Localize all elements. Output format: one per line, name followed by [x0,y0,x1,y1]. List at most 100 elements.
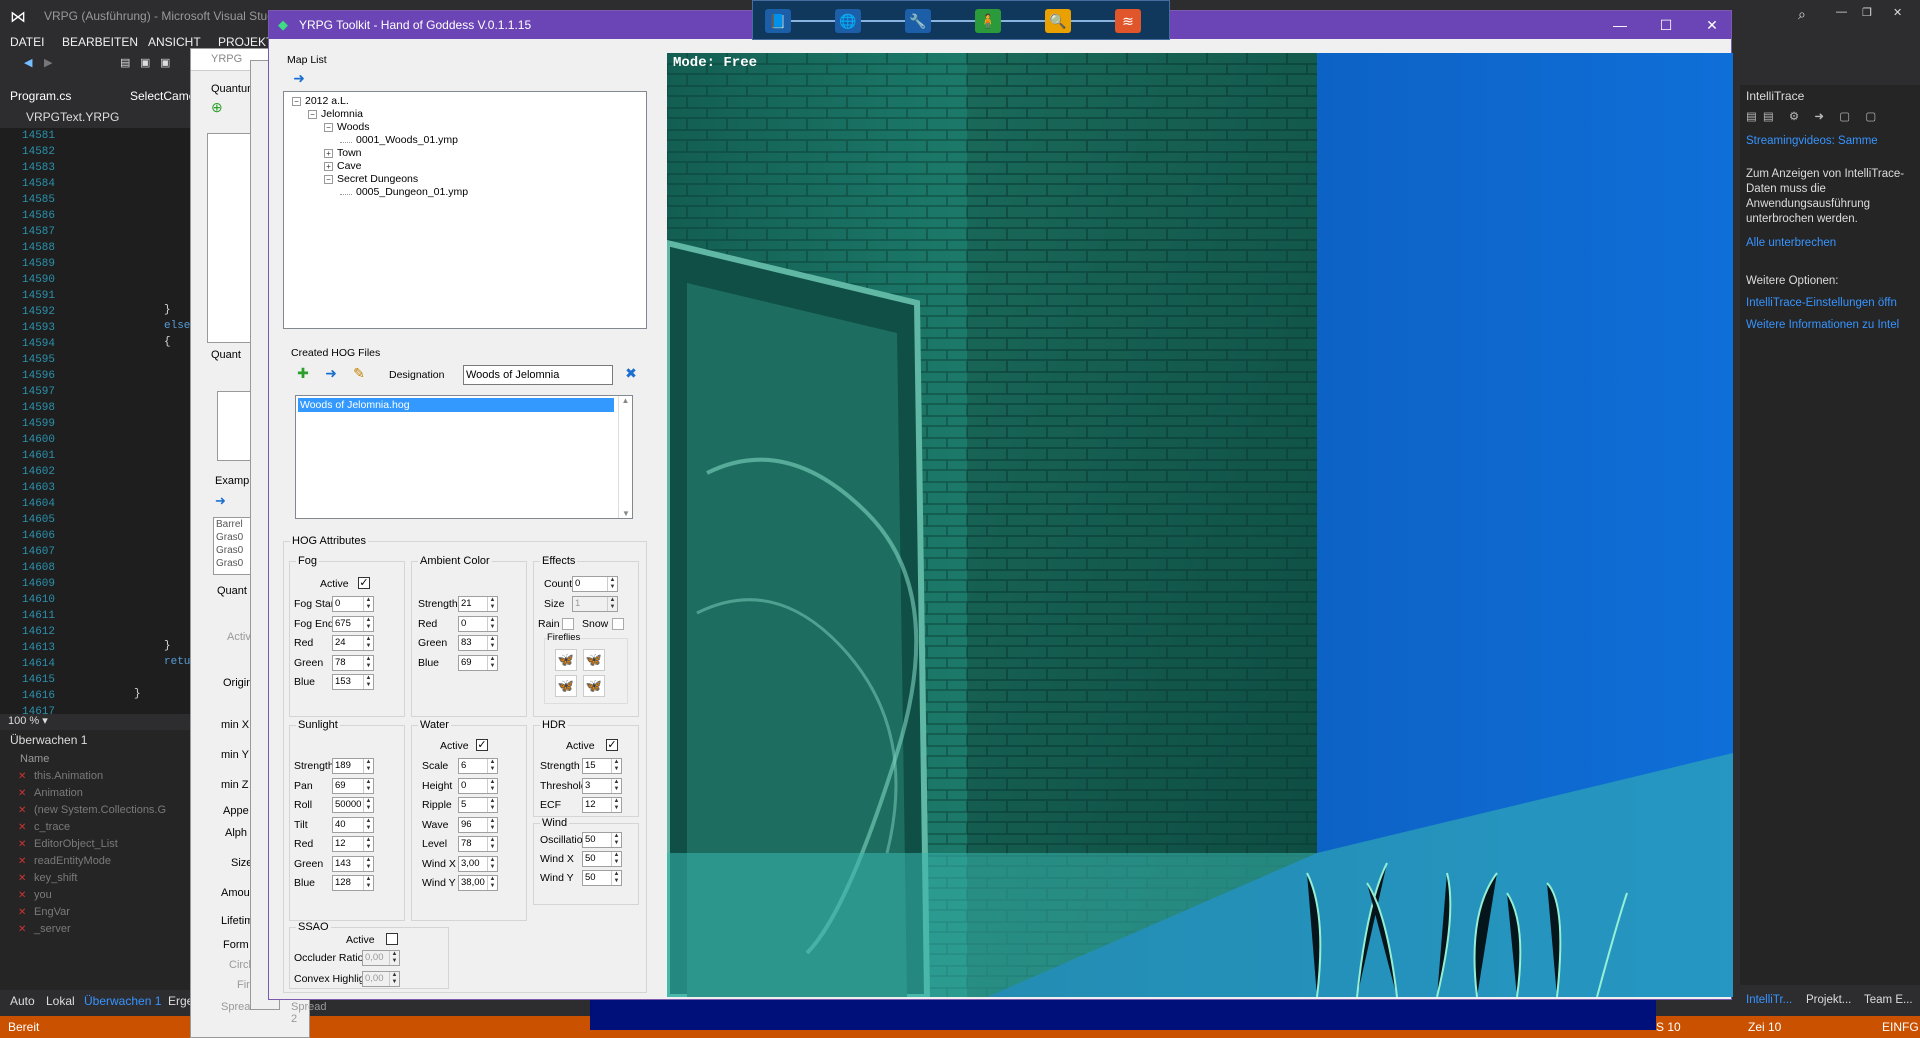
zoom-select[interactable]: 100 % ▾ [0,714,200,730]
spinner-icon[interactable]: ▲ ▼ [487,876,497,890]
tab-auto[interactable]: Auto [10,994,35,1008]
expand-icon[interactable]: − [324,123,333,132]
watch-item[interactable]: _server [0,921,200,938]
minimize-button[interactable]: — [1597,11,1643,39]
close-button[interactable]: ✕ [1689,11,1735,39]
numeric-input[interactable]: 69 ▲ ▼ [458,654,498,671]
numeric-input[interactable]: 3,00 ▲ ▼ [458,855,498,872]
spinner-icon[interactable]: ▲ ▼ [363,675,373,689]
green-firefly-button[interactable]: 🦋 [583,649,605,671]
expand-icon[interactable]: − [308,110,317,119]
spinner-icon[interactable]: ▲ ▼ [363,778,373,793]
more-info-link[interactable]: Weitere Informationen zu Intel [1746,319,1914,331]
blue-firefly-button[interactable]: 🦋 [583,675,605,697]
spinner-icon[interactable]: ▲ ▼ [363,655,373,670]
3d-viewport[interactable]: Mode: Free [667,53,1733,997]
spinner-icon[interactable]: ▲ ▼ [487,798,497,812]
expand-icon[interactable] [340,186,352,195]
load-hog-icon[interactable]: ➜ [321,363,341,383]
new-file-icon[interactable]: ▤ [120,56,130,69]
edit-hog-icon[interactable]: ✎ [349,363,369,383]
save-icon[interactable]: ▣ [140,56,150,69]
numeric-input[interactable]: 50 ▲ ▼ [582,851,622,867]
count-input[interactable]: 0 ▲ ▼ [572,576,618,592]
tools-icon[interactable]: 🔧 [905,9,931,33]
spinner-icon[interactable]: ▲ ▼ [363,759,373,773]
spinner-icon[interactable]: ▲ ▼ [363,616,373,631]
watch-item[interactable]: readEntityMode [0,853,200,870]
numeric-input[interactable]: 3 ▲ ▼ [582,777,622,794]
numeric-input[interactable]: 5 ▲ ▼ [458,797,498,813]
spinner-icon[interactable]: ▲ ▼ [487,655,497,670]
spinner-icon[interactable]: ▲ ▼ [611,852,621,866]
back-icon[interactable]: ◀ [24,56,32,69]
numeric-input[interactable]: 83 ▲ ▼ [458,635,498,651]
numeric-input[interactable]: 128 ▲ ▼ [332,875,374,891]
expand-icon[interactable]: − [324,175,333,184]
watch-item[interactable]: c_trace [0,819,200,836]
numeric-input[interactable]: 40 ▲ ▼ [332,816,374,833]
vs-minimize-button[interactable]: — [1836,6,1847,18]
arrow-icon[interactable]: ➜ [215,493,226,509]
numeric-input[interactable]: 24 ▲ ▼ [332,635,374,651]
file-selector[interactable]: VRPGText.YRPG [0,108,200,126]
spinner-icon[interactable]: ▲ ▼ [363,837,373,851]
numeric-input[interactable]: 15 ▲ ▼ [582,758,622,774]
numeric-input[interactable]: 6 ▲ ▼ [458,758,498,774]
spinner-icon[interactable]: ▲ ▼ [363,636,373,650]
globe-icon[interactable]: 🌐 [835,9,861,33]
code-editor[interactable]: 14581 14582 14583 14584 14585 14586 14587 14588… [0,128,200,732]
spinner-icon[interactable]: ▲ ▼ [363,597,373,611]
numeric-input[interactable]: 96 ▲ ▼ [458,816,498,833]
spinner-icon[interactable]: ▲ ▼ [607,577,617,591]
tab-projekt[interactable]: Projekt... [1806,994,1851,1006]
watch-item[interactable]: (new System.Collections.G [0,802,200,819]
spinner-icon[interactable]: ▲ ▼ [487,636,497,650]
menu-datei[interactable]: DATEI [10,35,44,49]
spinner-icon[interactable]: ▲ ▼ [389,972,399,986]
spinner-icon[interactable]: ▲ ▼ [611,798,621,812]
maximize-button[interactable]: ☐ [1643,11,1689,39]
load-map-icon[interactable]: ➜ [289,68,309,88]
size-input[interactable]: 1 ▲ ▼ [572,596,618,612]
numeric-input[interactable]: 0,00 ▲ ▼ [362,971,400,987]
numeric-input[interactable]: 189 ▲ ▼ [332,758,374,774]
spinner-icon[interactable]: ▲ ▼ [487,817,497,832]
numeric-input[interactable]: 0,00 ▲ ▼ [362,950,400,966]
streaming-link[interactable]: Streamingvideos: Samme [1746,135,1914,147]
tree-node[interactable]: − Secret Dungeons [324,173,418,185]
numeric-input[interactable]: 69 ▲ ▼ [332,777,374,794]
spinner-icon[interactable]: ▲ ▼ [611,833,621,847]
new-hog-icon[interactable]: ✚ [293,363,313,383]
spinner-icon[interactable]: ▲ ▼ [487,856,497,871]
numeric-input[interactable]: 12 ▲ ▼ [582,797,622,813]
watch-item[interactable]: EditorObject_List [0,836,200,853]
break-all-link[interactable]: Alle unterbrechen [1746,237,1914,249]
numeric-input[interactable]: 21 ▲ ▼ [458,596,498,612]
watch-item[interactable]: key_shift [0,870,200,887]
hdr-active-checkbox[interactable]: ✓ [606,739,618,751]
yellow-firefly-button[interactable]: 🦋 [555,675,577,697]
spinner-icon[interactable]: ▲ ▼ [607,597,617,611]
forward-icon[interactable]: ▶ [44,56,52,69]
rain-checkbox[interactable] [562,618,574,630]
tree-node[interactable]: + Cave [324,160,362,172]
tab-ueberwachen[interactable]: Überwachen 1 [84,994,161,1008]
hog-list-scrollbar[interactable]: ▲ ▼ [618,396,632,518]
numeric-input[interactable]: 12 ▲ ▼ [332,836,374,852]
numeric-input[interactable]: 78 ▲ ▼ [332,654,374,671]
tree-node[interactable]: 0005_Dungeon_01.ymp [340,186,468,198]
book-icon[interactable]: 📘 [765,9,791,33]
tab-selectcame[interactable]: SelectCame [130,89,195,103]
search-icon[interactable]: 🔍 [1045,9,1071,33]
tree-node[interactable]: −2012 a.L. [292,95,349,107]
intellitrace-settings-link[interactable]: IntelliTrace-Einstellungen öffn [1746,297,1914,309]
numeric-input[interactable]: 0 ▲ ▼ [458,615,498,632]
spinner-icon[interactable]: ▲ ▼ [611,778,621,793]
vs-search-icon[interactable]: ⌕ [1798,6,1806,23]
spinner-icon[interactable]: ▲ ▼ [611,759,621,773]
character-icon[interactable]: 🧍 [975,9,1001,33]
map-tree[interactable]: −2012 a.L. − Jelomnia − Woods 0001_Woods_01.y… [283,91,647,329]
designation-input[interactable]: Woods of Jelomnia [463,365,613,385]
water-active-checkbox[interactable]: ✓ [476,739,488,751]
